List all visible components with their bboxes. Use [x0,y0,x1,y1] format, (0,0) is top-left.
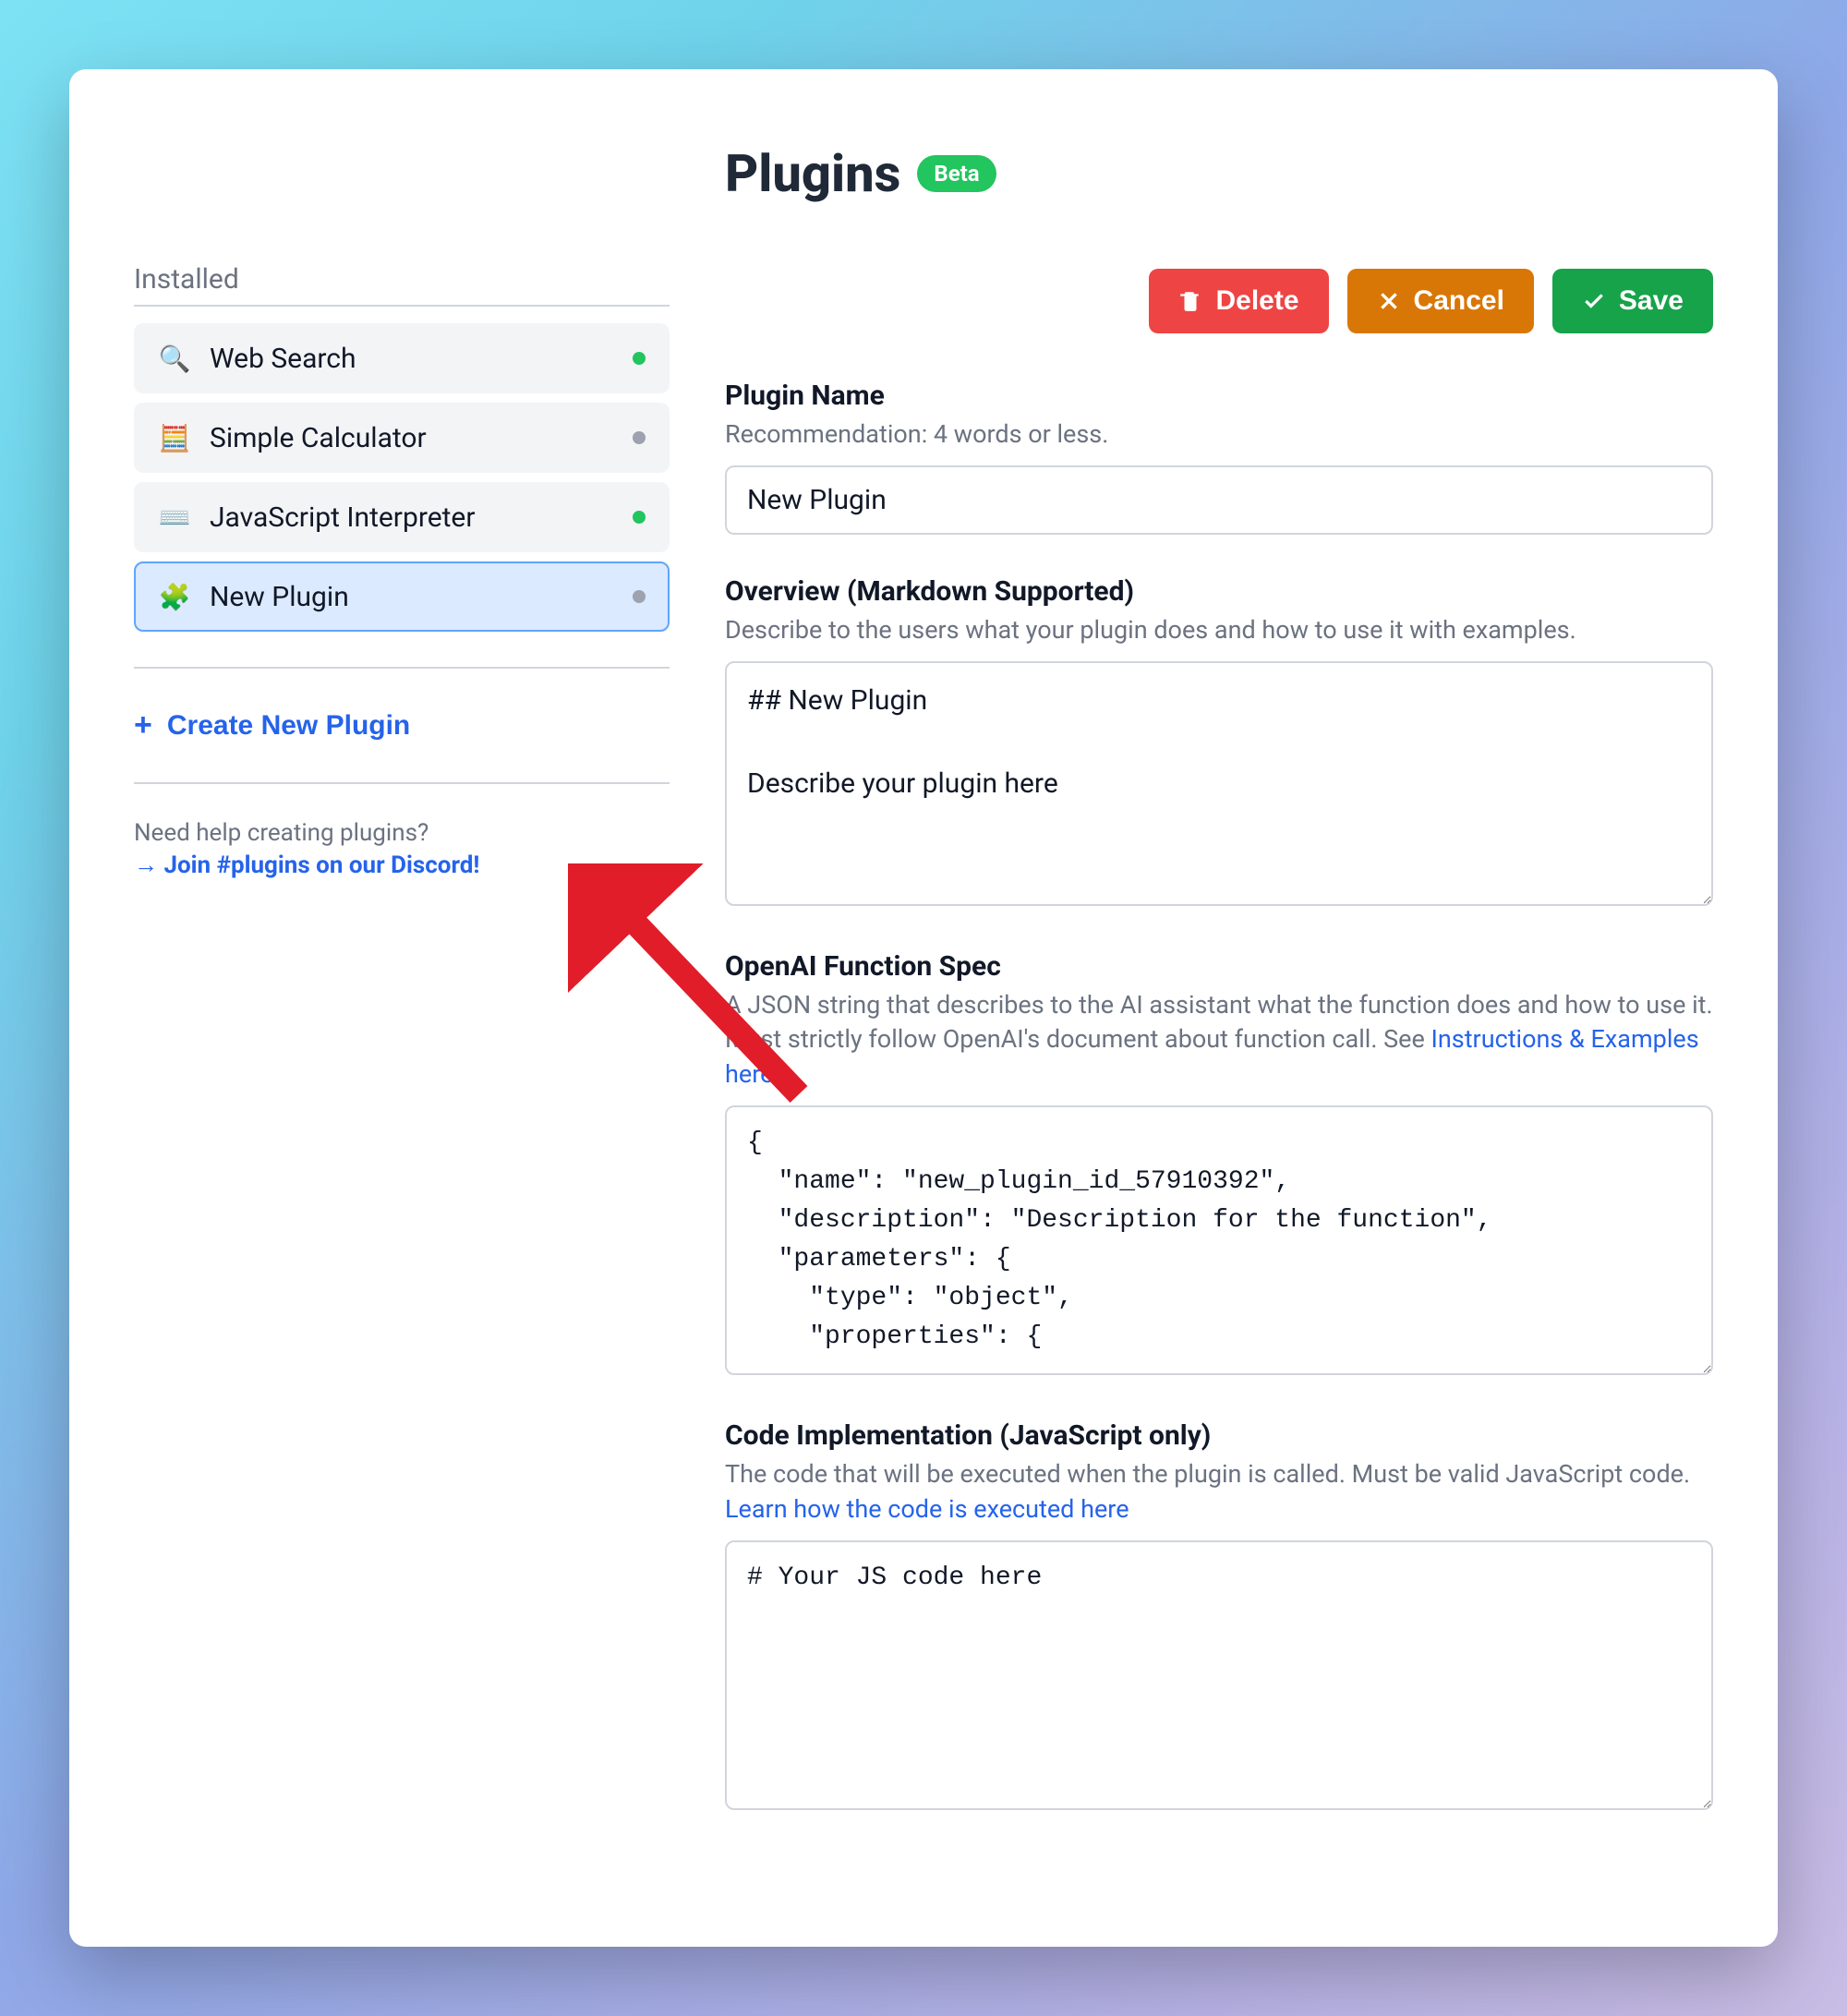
puzzle-icon: 🧩 [158,580,191,613]
delete-button[interactable]: Delete [1149,269,1328,333]
sidebar-item-new-plugin[interactable]: 🧩 New Plugin [134,561,670,632]
sidebar-item-label: JavaScript Interpreter [210,501,476,534]
field-function-spec: OpenAI Function Spec A JSON string that … [725,950,1713,1379]
page-title-row: Plugins Beta [725,143,1713,204]
plugin-list: 🔍 Web Search 🧮 Simple Calculator ⌨️ Java… [134,323,670,632]
divider [134,667,670,669]
status-dot [633,431,646,444]
save-label: Save [1619,285,1684,317]
close-icon [1377,289,1401,313]
plugin-name-input[interactable] [725,465,1713,535]
cancel-label: Cancel [1414,285,1504,317]
overview-help: Describe to the users what your plugin d… [725,613,1713,648]
code-help-link[interactable]: Learn how the code is executed here [725,1494,1129,1524]
page-title: Plugins [725,143,900,204]
check-icon [1582,289,1606,313]
sidebar-item-simple-calculator[interactable]: 🧮 Simple Calculator [134,403,670,473]
status-dot [633,590,646,603]
code-help-text: The code that will be executed when the … [725,1459,1690,1489]
code-help: The code that will be executed when the … [725,1457,1713,1527]
main-panel: Plugins Beta Delete Cancel Save Plugin N… [725,143,1713,1854]
spec-label: OpenAI Function Spec [725,950,1713,983]
plus-icon: + [134,707,152,743]
calculator-icon: 🧮 [158,421,191,454]
cancel-button[interactable]: Cancel [1347,269,1534,333]
spec-help: A JSON string that describes to the AI a… [725,988,1713,1093]
sidebar: Installed 🔍 Web Search 🧮 Simple Calculat… [134,143,670,1854]
sidebar-item-javascript-interpreter[interactable]: ⌨️ JavaScript Interpreter [134,482,670,552]
sidebar-item-label: Web Search [210,343,356,375]
sidebar-item-label: New Plugin [210,581,349,613]
status-dot [633,352,646,365]
create-new-plugin-button[interactable]: + Create New Plugin [134,704,410,747]
overview-label: Overview (Markdown Supported) [725,575,1713,608]
delete-label: Delete [1215,285,1298,317]
field-overview: Overview (Markdown Supported) Describe t… [725,575,1713,910]
save-button[interactable]: Save [1552,269,1713,333]
code-textarea[interactable] [725,1540,1713,1810]
status-dot [633,511,646,524]
discord-link[interactable]: → Join #plugins on our Discord! [134,851,479,879]
sidebar-item-web-search[interactable]: 🔍 Web Search [134,323,670,393]
divider [134,782,670,784]
spec-textarea[interactable] [725,1105,1713,1375]
plugin-name-label: Plugin Name [725,380,1713,412]
keyboard-icon: ⌨️ [158,501,191,534]
installed-label: Installed [134,263,670,307]
help-question: Need help creating plugins? [134,819,670,847]
trash-icon [1178,289,1202,313]
plugin-name-help: Recommendation: 4 words or less. [725,417,1713,453]
beta-badge: Beta [917,155,996,192]
sidebar-item-label: Simple Calculator [210,422,427,454]
spec-help-suffix: . [773,1059,779,1089]
field-code-impl: Code Implementation (JavaScript only) Th… [725,1419,1713,1814]
code-label: Code Implementation (JavaScript only) [725,1419,1713,1452]
plugins-modal: Installed 🔍 Web Search 🧮 Simple Calculat… [69,69,1778,1947]
create-button-label: Create New Plugin [167,710,410,742]
search-icon: 🔍 [158,342,191,375]
field-plugin-name: Plugin Name Recommendation: 4 words or l… [725,380,1713,535]
overview-textarea[interactable] [725,661,1713,906]
action-row: Delete Cancel Save [725,269,1713,333]
